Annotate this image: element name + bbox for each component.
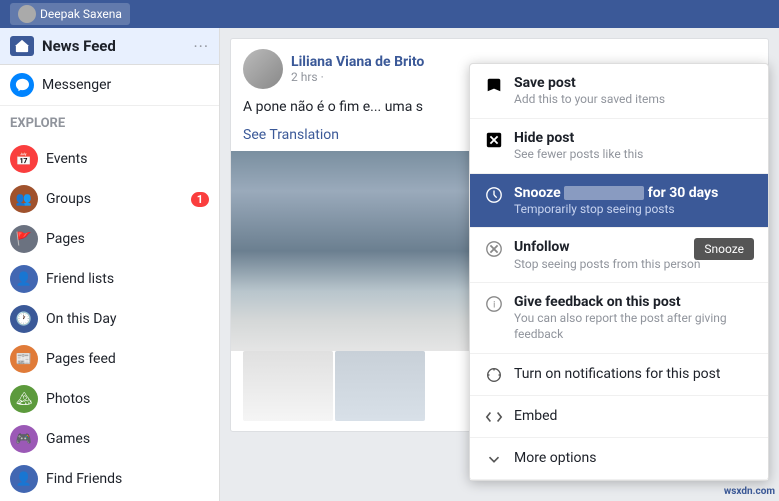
notifications-label: Turn on notifications for this post [514,366,720,382]
events-label: Events [46,151,209,167]
sidebar-item-games[interactable]: 🎮 Games [0,419,219,459]
post-options-dropdown: Save post Add this to your saved items H… [469,63,769,481]
sidebar-item-pages[interactable]: 🚩 Pages [0,219,219,259]
pages-label: Pages [46,231,209,247]
dropdown-item-embed[interactable]: Embed [470,396,768,438]
news-feed-label: News Feed [42,37,185,55]
home-icon [15,39,29,53]
snooze-text: Snooze for 30 days Temporarily stop seei… [514,184,754,218]
save-post-icon [484,75,504,95]
snooze-icon [484,185,504,205]
sidebar-item-friend-lists[interactable]: 👤 Friend lists [0,259,219,299]
friend-lists-icon: 👤 [10,265,38,293]
sidebar-item-messenger[interactable]: Messenger [0,65,219,106]
hide-post-icon [484,130,504,150]
topbar: Deepak Saxena [0,0,779,28]
explore-section: Explore [0,106,219,139]
profile-menu[interactable]: Deepak Saxena [10,3,130,25]
save-post-title: Save post [514,74,754,92]
hide-post-subtitle: See fewer posts like this [514,147,754,163]
sidebar: News Feed ··· Messenger Explore 📅 Events… [0,28,220,501]
save-post-subtitle: Add this to your saved items [514,92,754,108]
messenger-svg [15,78,29,92]
thumbnail-1 [243,351,333,421]
sidebar-item-photos[interactable]: 🏔 Photos [0,379,219,419]
sidebar-item-on-this-day[interactable]: 🕐 On this Day [0,299,219,339]
profile-name: Deepak Saxena [40,7,122,21]
dropdown-item-hide-post[interactable]: Hide post See fewer posts like this [470,119,768,174]
snooze-tooltip: Snooze [694,238,754,260]
photos-label: Photos [46,391,209,407]
thumbnail-2 [335,351,425,421]
dropdown-item-snooze[interactable]: Snooze for 30 days Temporarily stop seei… [470,174,768,229]
save-post-text: Save post Add this to your saved items [514,74,754,108]
news-feed-icon [10,36,34,56]
dropdown-item-save-post[interactable]: Save post Add this to your saved items [470,64,768,119]
snooze-title: Snooze for 30 days [514,184,754,202]
sidebar-item-groups[interactable]: 👥 Groups 1 [0,179,219,219]
feedback-subtitle: You can also report the post after givin… [514,311,754,342]
on-this-day-icon: 🕐 [10,305,38,333]
more-options-icon [484,449,504,469]
find-friends-label: Find Friends [46,471,209,487]
notifications-icon [484,365,504,385]
pages-feed-label: Pages feed [46,351,209,367]
snooze-name-redacted [564,186,644,200]
svg-text:i: i [493,301,495,311]
snooze-subtitle: Temporarily stop seeing posts [514,202,754,218]
sidebar-item-events[interactable]: 📅 Events [0,139,219,179]
main-layout: News Feed ··· Messenger Explore 📅 Events… [0,28,779,501]
events-icon: 📅 [10,145,38,173]
dropdown-item-notifications[interactable]: Turn on notifications for this post [470,354,768,396]
feedback-icon: i [484,294,504,314]
explore-title: Explore [10,116,209,131]
hide-post-title: Hide post [514,129,754,147]
hide-post-text: Hide post See fewer posts like this [514,129,754,163]
sidebar-item-find-friends[interactable]: 👤 Find Friends [0,459,219,499]
feedback-text: Give feedback on this post You can also … [514,293,754,342]
more-options-label: More options [514,450,597,466]
embed-label: Embed [514,408,557,424]
sidebar-item-pages-feed[interactable]: 📰 Pages feed [0,339,219,379]
games-icon: 🎮 [10,425,38,453]
feedback-title: Give feedback on this post [514,293,754,311]
pages-icon: 🚩 [10,225,38,253]
dropdown-item-more-options[interactable]: More options [470,438,768,480]
friend-lists-label: Friend lists [46,271,209,287]
pages-feed-icon: 📰 [10,345,38,373]
messenger-label: Messenger [42,77,111,93]
post-author-avatar [243,49,283,89]
embed-icon [484,407,504,427]
find-friends-icon: 👤 [10,465,38,493]
watermark: wsxdn.com [724,486,775,497]
messenger-icon [10,73,34,97]
groups-label: Groups [46,191,183,207]
groups-badge: 1 [191,192,209,207]
profile-avatar [18,5,36,23]
news-feed-dots[interactable]: ··· [193,37,209,56]
dropdown-item-feedback[interactable]: i Give feedback on this post You can als… [470,283,768,353]
sidebar-item-news-feed[interactable]: News Feed ··· [0,28,219,65]
games-label: Games [46,431,209,447]
groups-icon: 👥 [10,185,38,213]
dropdown-item-unfollow[interactable]: Unfollow Stop seeing posts from this per… [470,228,768,283]
content-area: Liliana Viana de Brito 2 hrs · ··· A pon… [220,28,779,501]
unfollow-icon [484,239,504,259]
photos-icon: 🏔 [10,385,38,413]
on-this-day-label: On this Day [46,311,209,327]
